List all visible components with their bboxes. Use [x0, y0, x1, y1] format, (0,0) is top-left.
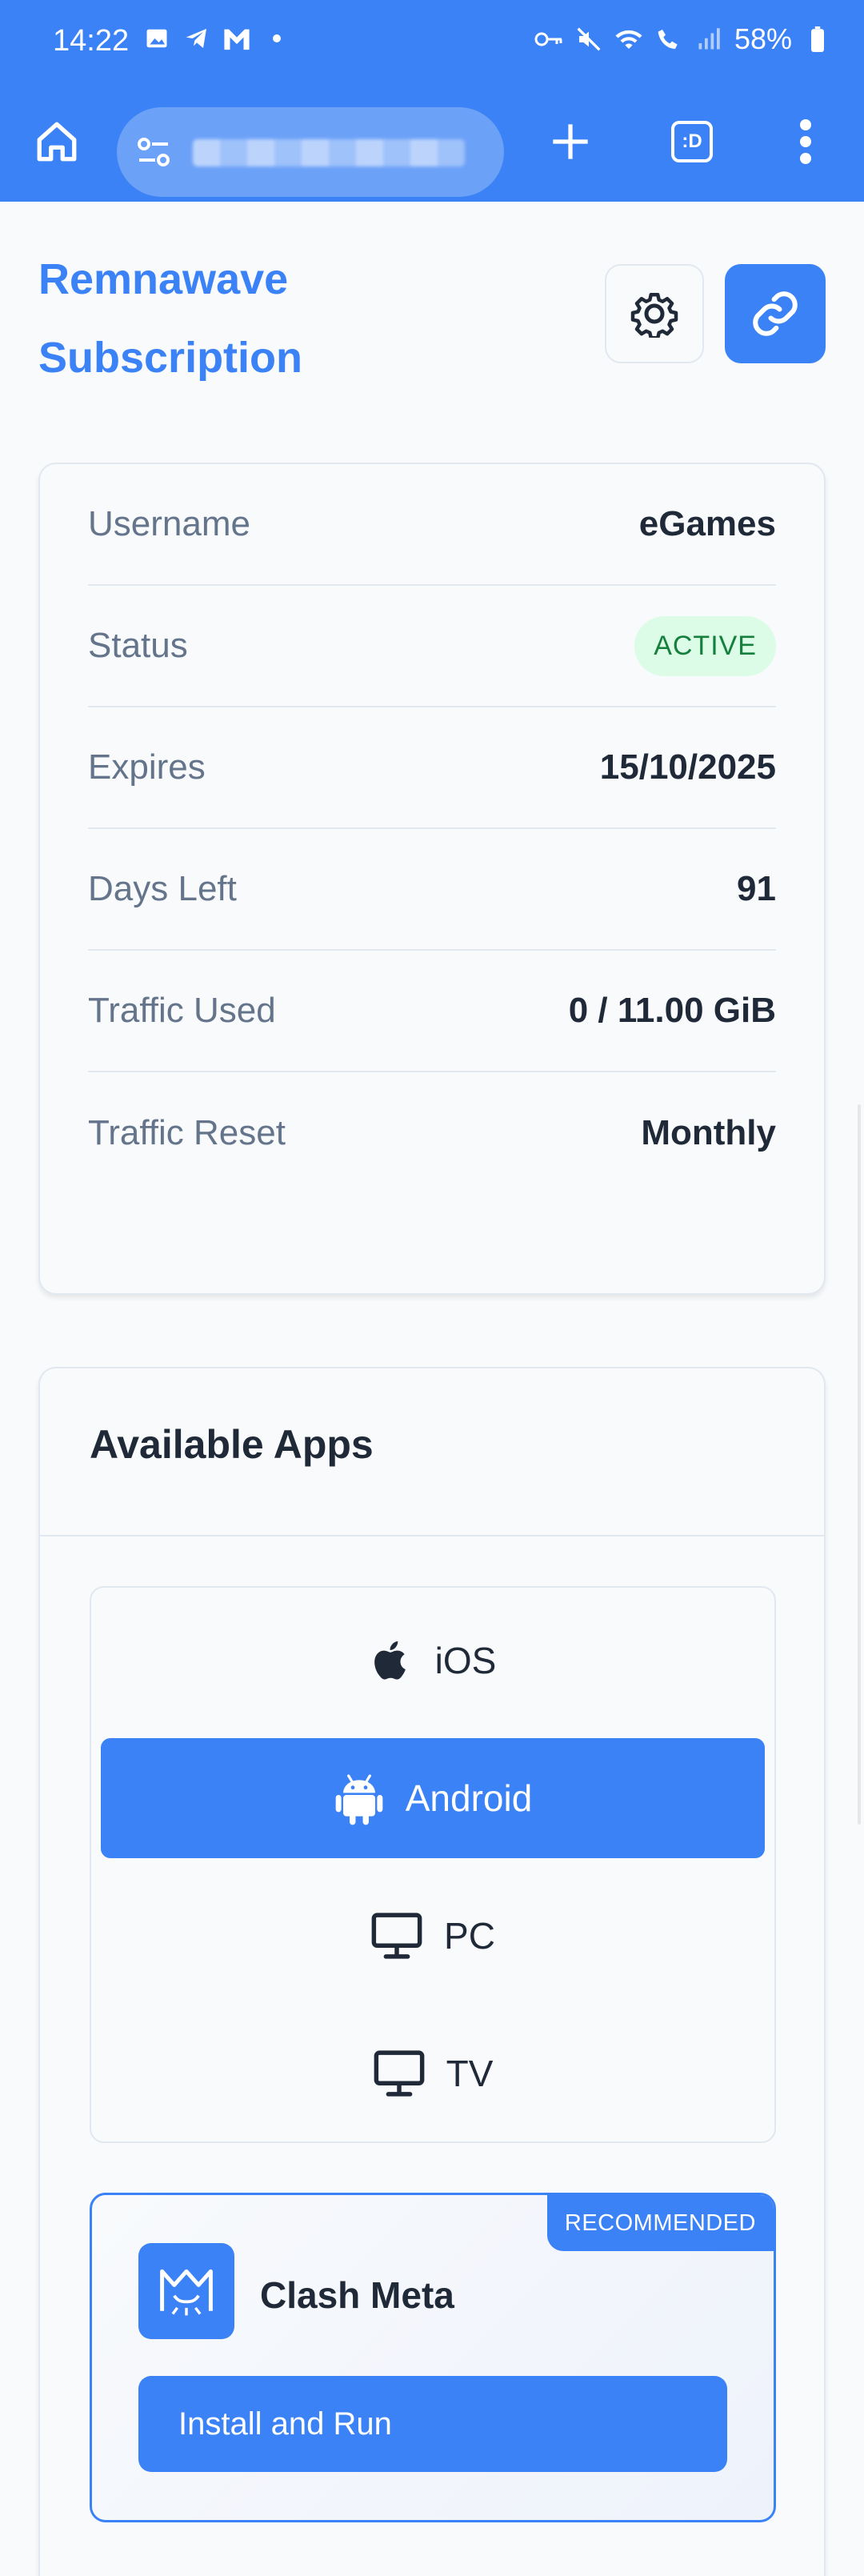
divider — [40, 1535, 824, 1536]
tv-icon — [374, 2050, 424, 2097]
telegram-icon — [182, 24, 211, 53]
android-icon — [335, 1774, 383, 1825]
battery-percent: 58% — [734, 22, 792, 55]
available-apps-card: Available Apps iOS Android PC TV RECOMME… — [38, 1367, 826, 2576]
info-label: Expires — [88, 747, 206, 787]
signal-icon — [694, 25, 723, 54]
status-bar: 14:22 58% — [0, 0, 864, 83]
info-row-status: Status ACTIVE — [88, 586, 776, 707]
username-value: eGames — [638, 504, 776, 543]
expires-value: 15/10/2025 — [599, 747, 776, 787]
gear-icon — [630, 293, 678, 338]
info-label: Traffic Used — [88, 991, 276, 1030]
info-row-traffic-reset: Traffic Reset Monthly — [88, 1072, 776, 1194]
traffic-used-value: 0 / 11.00 GiB — [568, 991, 776, 1030]
platform-label: PC — [444, 1915, 495, 1957]
home-icon — [37, 122, 77, 162]
page-scrollbar[interactable] — [858, 1104, 861, 1825]
url-bar[interactable] — [117, 107, 504, 197]
info-label: Status — [88, 626, 188, 665]
page-title: Remnawave Subscription — [38, 255, 303, 382]
url-text-obscured — [193, 139, 465, 166]
app-name: Clash Meta — [260, 2274, 454, 2316]
tab-switcher-button[interactable]: :D — [656, 106, 728, 178]
apps-section-title: Available Apps — [90, 1422, 374, 1467]
link-icon — [753, 291, 798, 336]
status-notification-icons — [142, 24, 291, 53]
mute-icon — [574, 25, 603, 54]
browser-chrome: 14:22 58%:D — [0, 0, 864, 202]
browser-toolbar: :D — [0, 83, 864, 202]
monitor-icon — [371, 1913, 422, 1959]
status-system-icons: 58% — [534, 22, 832, 56]
copy-link-button[interactable] — [725, 264, 826, 363]
traffic-reset-value: Monthly — [641, 1113, 776, 1152]
gmail-icon — [222, 24, 251, 53]
recommended-badge: RECOMMENDED — [546, 2195, 774, 2251]
info-label: Days Left — [88, 869, 237, 908]
image-icon — [142, 24, 171, 53]
platform-tab-pc[interactable]: PC — [101, 1876, 765, 1996]
info-row-days-left: Days Left 91 — [88, 829, 776, 951]
platform-label: TV — [446, 2053, 494, 2094]
new-tab-button[interactable] — [534, 106, 606, 178]
subscription-info-card: Username eGames Status ACTIVE Expires 15… — [38, 463, 826, 1295]
browser-menu-button[interactable] — [770, 106, 842, 178]
status-time: 14:22 — [53, 24, 130, 58]
info-label: Traffic Reset — [88, 1113, 286, 1152]
platform-tab-ios[interactable]: iOS — [101, 1600, 765, 1721]
battery-icon — [803, 25, 832, 54]
plus-icon — [553, 124, 588, 159]
home-button[interactable] — [21, 106, 93, 178]
info-row-expires: Expires 15/10/2025 — [88, 707, 776, 829]
apple-icon — [374, 1641, 406, 1680]
days-left-value: 91 — [737, 869, 776, 908]
platform-selector: iOS Android PC TV — [90, 1586, 776, 2143]
status-badge: ACTIVE — [634, 615, 776, 676]
key-icon — [534, 25, 563, 54]
clash-meta-icon — [138, 2243, 234, 2339]
more-vertical-icon — [800, 119, 811, 164]
settings-button[interactable] — [605, 264, 704, 363]
info-row-traffic-used: Traffic Used 0 / 11.00 GiB — [88, 951, 776, 1072]
info-label: Username — [88, 504, 250, 543]
dot-icon — [262, 24, 291, 53]
tab-count: :D — [671, 121, 713, 162]
wifi-call-icon — [654, 25, 683, 54]
platform-label: Android — [405, 1777, 533, 1819]
platform-tab-tv[interactable]: TV — [101, 2013, 765, 2133]
site-settings-icon[interactable] — [134, 136, 173, 172]
info-row-username: Username eGames — [88, 464, 776, 586]
app-item-clash-meta: RECOMMENDED Clash Meta Install and Run — [90, 2193, 776, 2522]
platform-label: iOS — [434, 1640, 497, 1681]
platform-tab-android[interactable]: Android — [101, 1738, 765, 1858]
wifi-icon — [614, 25, 643, 54]
install-and-run-button[interactable]: Install and Run — [138, 2376, 727, 2472]
